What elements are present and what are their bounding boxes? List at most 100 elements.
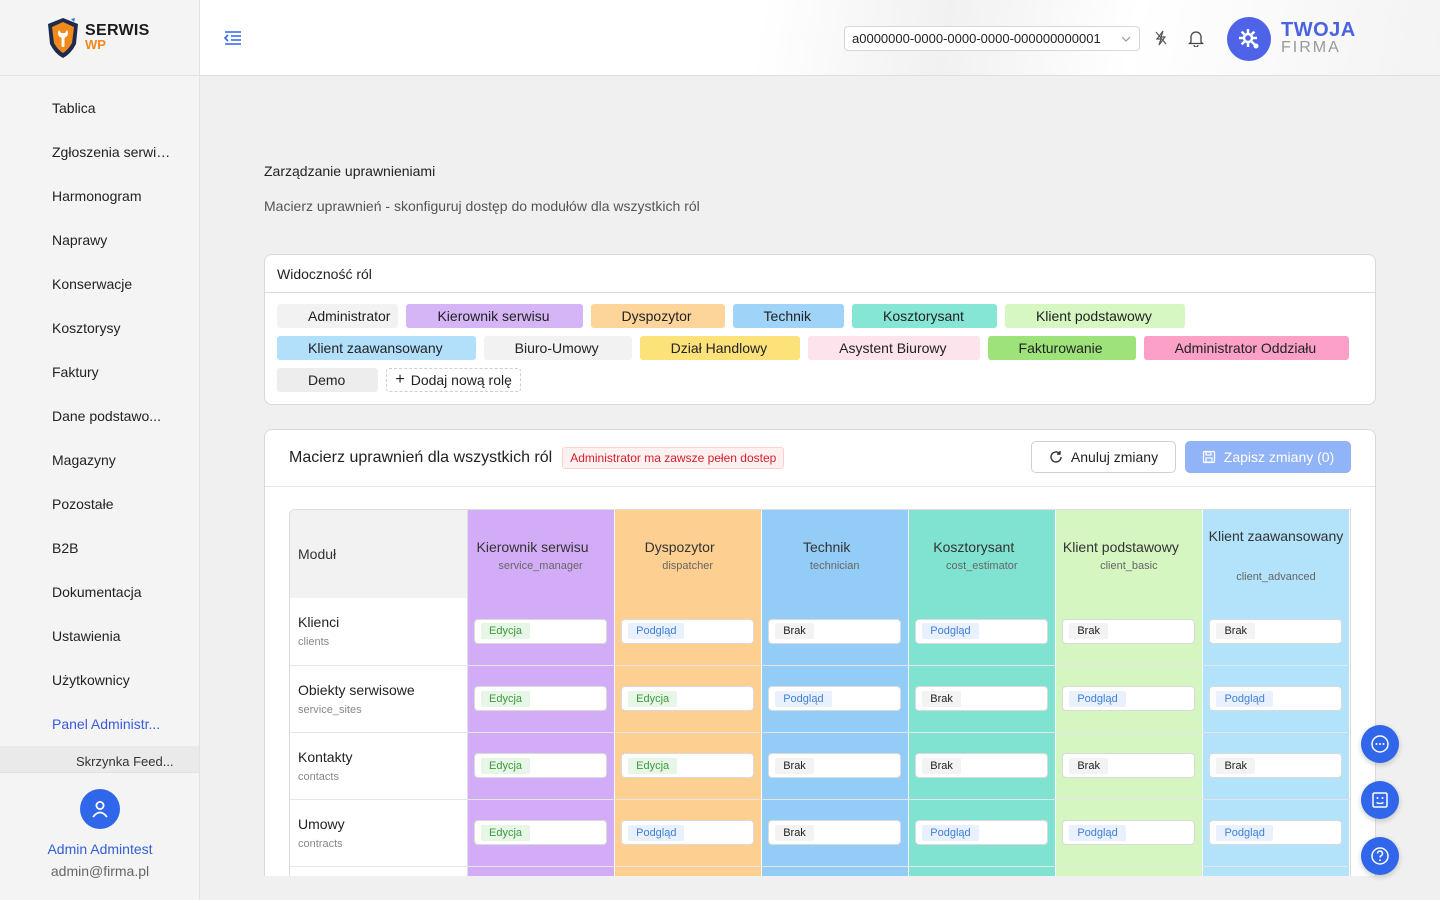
sidebar-item-label: Magazyny <box>52 452 116 468</box>
permission-select[interactable]: Brak <box>768 820 902 845</box>
permission-select[interactable]: Podgląd <box>621 618 755 644</box>
role-tag[interactable]: Asystent Biurowy <box>808 336 980 360</box>
menu-collapse-icon[interactable] <box>224 30 242 46</box>
permission-select[interactable]: Edycja <box>474 820 608 845</box>
tenant-select[interactable]: a0000000-0000-0000-0000-000000000001 <box>844 26 1140 51</box>
role-tag[interactable]: Klient podstawowy <box>1004 304 1185 328</box>
edit-icon[interactable] <box>1164 310 1177 323</box>
permission-select[interactable]: Podgląd <box>915 820 1049 845</box>
edit-icon[interactable] <box>959 342 972 355</box>
permission-select[interactable]: Podgląd <box>1209 820 1343 845</box>
help-button[interactable] <box>1361 837 1399 875</box>
role-tag[interactable]: Kosztorysant <box>852 304 997 328</box>
permission-select[interactable]: Edycja <box>474 618 608 644</box>
edit-icon[interactable] <box>720 543 731 554</box>
company-logo[interactable]: TWOJA FIRMA <box>1227 17 1356 61</box>
sidebar-item[interactable]: Naprawy <box>0 218 199 262</box>
role-tag[interactable]: Administrator <box>277 304 399 328</box>
permission-select[interactable]: Podgląd <box>621 820 755 845</box>
avatar[interactable] <box>80 789 120 829</box>
sidebar-item[interactable]: Faktury <box>0 350 199 394</box>
edit-icon[interactable] <box>1184 543 1195 554</box>
eye-icon[interactable] <box>860 309 875 324</box>
matrix-table-scroll[interactable]: Moduł Kierownik serwisu service_manager Dys… <box>289 509 1351 876</box>
chat-button[interactable] <box>1361 725 1399 763</box>
permission-select[interactable]: Edycja <box>474 686 608 711</box>
sidebar-item[interactable]: Harmonogram <box>0 174 199 218</box>
sidebar-item-label: Kosztorysy <box>52 320 121 336</box>
role-tag[interactable]: Dyspozytor <box>590 304 725 328</box>
role-tag[interactable]: Demo <box>277 368 379 392</box>
edit-icon[interactable] <box>1019 543 1030 554</box>
permission-select[interactable]: Brak <box>768 753 902 778</box>
bolt-icon[interactable] <box>1154 30 1168 46</box>
permission-select[interactable]: Podgląd <box>1209 686 1343 711</box>
eye-icon[interactable] <box>285 373 300 388</box>
edit-icon[interactable] <box>1115 342 1128 355</box>
eye-icon[interactable] <box>1152 341 1167 356</box>
eye-icon[interactable] <box>414 309 429 324</box>
eye-off-icon[interactable] <box>285 309 300 324</box>
edit-icon[interactable] <box>779 342 792 355</box>
sidebar-item[interactable]: Dokumentacja <box>0 570 199 614</box>
feedback-button[interactable] <box>1361 781 1399 819</box>
edit-icon[interactable] <box>594 543 605 554</box>
sidebar-item[interactable]: Dane podstawo... <box>0 394 199 438</box>
sidebar-item[interactable]: Magazyny <box>0 438 199 482</box>
sidebar-item[interactable]: Tablica <box>0 86 199 130</box>
sidebar-item[interactable]: Konserwacje <box>0 262 199 306</box>
permission-select[interactable]: Edycja <box>474 753 608 778</box>
edit-icon[interactable] <box>1328 342 1341 355</box>
permission-select[interactable]: Brak <box>1209 618 1343 644</box>
brand-logo[interactable]: SERWIS WP <box>0 0 199 76</box>
permission-select[interactable]: Edycja <box>621 753 755 778</box>
permission-select[interactable]: Brak <box>768 618 902 644</box>
sidebar-item[interactable]: Ustawienia <box>0 614 199 658</box>
edit-icon[interactable] <box>704 310 717 323</box>
cancel-changes-button[interactable]: Anuluj zmiany <box>1031 441 1176 473</box>
sidebar-item[interactable]: B2B <box>0 526 199 570</box>
eye-icon[interactable] <box>741 309 756 324</box>
edit-icon[interactable] <box>357 374 370 387</box>
eye-icon[interactable] <box>816 341 831 356</box>
permission-select[interactable]: Podgląd <box>1062 686 1196 711</box>
role-tag[interactable]: Biuro-Umowy <box>483 336 632 360</box>
permission-select[interactable]: Edycja <box>621 686 755 711</box>
sidebar-item[interactable]: Pozostałe <box>0 482 199 526</box>
eye-icon[interactable] <box>285 341 300 356</box>
permission-select[interactable]: Brak <box>1209 753 1343 778</box>
sidebar-item[interactable]: Kosztorysy <box>0 306 199 350</box>
save-changes-button[interactable]: Zapisz zmiany (0) <box>1185 441 1351 473</box>
role-tag[interactable]: Technik <box>732 304 845 328</box>
permission-select[interactable]: Brak <box>915 686 1049 711</box>
sidebar-item[interactable]: Panel Administr... <box>0 702 199 746</box>
edit-icon[interactable] <box>455 342 468 355</box>
edit-icon[interactable] <box>823 310 836 323</box>
edit-icon[interactable] <box>976 310 989 323</box>
bell-icon[interactable] <box>1188 29 1204 47</box>
add-role-button[interactable]: + Dodaj nową rolę <box>386 368 521 392</box>
permission-select[interactable]: Brak <box>1062 753 1196 778</box>
sidebar-item[interactable]: Zgłoszenia serwiso... <box>0 130 199 174</box>
sidebar-item[interactable]: Użytkownicy <box>0 658 199 702</box>
eye-icon[interactable] <box>996 341 1011 356</box>
permission-select[interactable]: Podgląd <box>1062 820 1196 845</box>
edit-icon[interactable] <box>611 342 624 355</box>
role-tag[interactable]: Kierownik serwisu <box>406 304 583 328</box>
permission-select[interactable]: Brak <box>915 753 1049 778</box>
permission-select[interactable]: Podgląd <box>915 618 1049 644</box>
edit-icon[interactable] <box>855 543 866 554</box>
edit-icon[interactable] <box>1273 554 1284 565</box>
eye-icon[interactable] <box>492 341 507 356</box>
edit-icon[interactable] <box>562 310 575 323</box>
sidebar-item-label: Harmonogram <box>52 188 142 204</box>
eye-icon[interactable] <box>1013 309 1028 324</box>
eye-icon[interactable] <box>648 341 663 356</box>
role-tag[interactable]: Administrator Oddziału <box>1143 336 1350 360</box>
permission-select[interactable]: Podgląd <box>768 686 902 711</box>
role-tag[interactable]: Klient zaawansowany <box>277 336 476 360</box>
role-tag[interactable]: Dział Handlowy <box>639 336 801 360</box>
role-tag[interactable]: Fakturowanie <box>987 336 1136 360</box>
permission-select[interactable]: Brak <box>1062 618 1196 644</box>
eye-icon[interactable] <box>599 309 614 324</box>
